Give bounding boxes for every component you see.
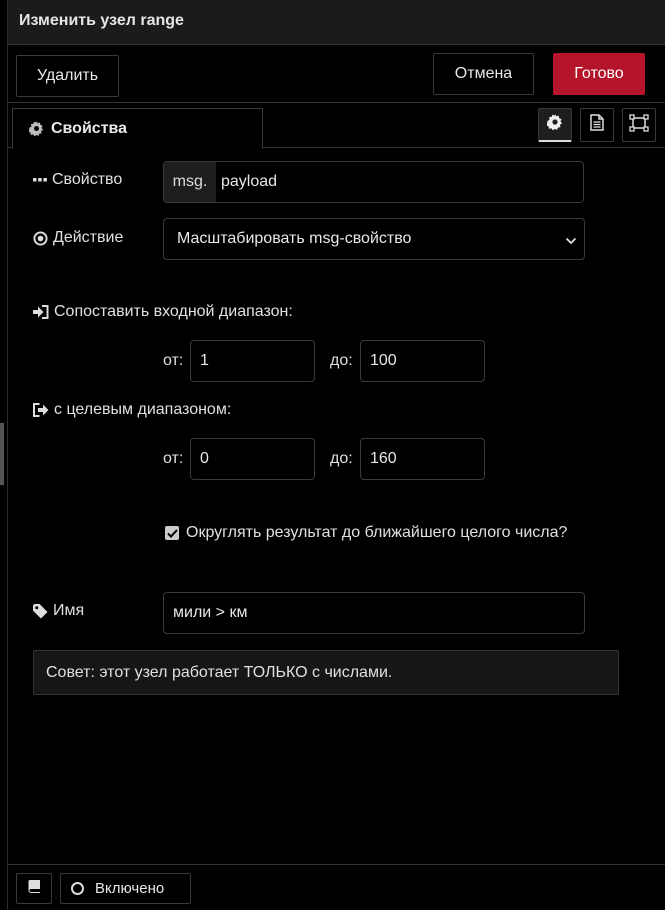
- tab-properties-label: Свойства: [51, 119, 128, 137]
- input-to-field[interactable]: [360, 340, 485, 382]
- property-label-row: Свойство: [33, 171, 122, 189]
- action-label-row: Действие: [33, 229, 123, 247]
- circle-icon: [71, 882, 84, 895]
- ellipsis-icon: [33, 177, 47, 183]
- input-range-label-row: Сопоставить входной диапазон:: [33, 303, 293, 321]
- input-range-label: Сопоставить входной диапазон:: [54, 303, 293, 320]
- action-label: Действие: [53, 229, 124, 246]
- property-type-selector[interactable]: msg.: [164, 162, 216, 202]
- edit-dialog: Изменить узел range Удалить Отмена Готов…: [7, 0, 665, 910]
- tab-bar: Свойства: [8, 104, 665, 149]
- property-typed-input[interactable]: msg.: [163, 161, 584, 203]
- dialog-title: Изменить узел range: [19, 12, 184, 29]
- dialog-toolbar: Удалить Отмена Готово: [8, 45, 665, 103]
- property-input[interactable]: [216, 162, 582, 202]
- done-button[interactable]: Готово: [553, 53, 645, 95]
- sign-out-icon: [33, 403, 49, 417]
- book-icon: [27, 879, 41, 898]
- resize-grip[interactable]: [0, 423, 4, 485]
- tab-description[interactable]: [580, 108, 614, 142]
- cancel-button[interactable]: Отмена: [433, 53, 534, 95]
- frame-icon: [629, 113, 649, 137]
- property-label: Свойство: [52, 171, 123, 188]
- sign-in-icon: [33, 305, 49, 319]
- round-checkbox-label: Округлять результат до ближайшего целого…: [186, 524, 568, 541]
- gear-icon: [546, 114, 563, 135]
- tab-settings[interactable]: [538, 108, 572, 142]
- action-select-value: Масштабировать msg-свойство: [177, 230, 412, 247]
- input-to-label: до:: [330, 352, 353, 369]
- round-checkbox-row[interactable]: Округлять результат до ближайшего целого…: [165, 524, 567, 542]
- target-to-field[interactable]: [360, 438, 485, 480]
- check-icon: [166, 528, 178, 538]
- delete-button[interactable]: Удалить: [16, 55, 119, 97]
- dot-circle-icon: [33, 230, 48, 246]
- target-from-label: от:: [163, 450, 184, 467]
- target-to-label: до:: [330, 450, 353, 467]
- input-from-label: от:: [163, 352, 184, 369]
- target-range-label: с целевым диапазоном:: [54, 401, 232, 418]
- name-label-row: Имя: [33, 602, 84, 620]
- tag-icon: [33, 603, 48, 619]
- target-range-label-row: с целевым диапазоном:: [33, 401, 231, 419]
- tab-appearance[interactable]: [622, 108, 656, 142]
- enabled-toggle[interactable]: Включено: [60, 873, 191, 904]
- tab-properties[interactable]: Свойства: [12, 108, 263, 149]
- tip-box: Совет: этот узел работает ТОЛЬКО с числа…: [33, 650, 619, 695]
- dialog-titlebar: Изменить узел range: [8, 0, 665, 45]
- action-select[interactable]: Масштабировать msg-свойство: [163, 218, 585, 260]
- target-from-field[interactable]: [190, 438, 315, 480]
- round-checkbox[interactable]: [165, 526, 179, 540]
- gear-icon: [29, 121, 44, 136]
- enabled-label: Включено: [95, 880, 165, 897]
- tip-text: Совет: этот узел работает ТОЛЬКО с числа…: [46, 663, 393, 681]
- name-label: Имя: [53, 602, 85, 619]
- help-button[interactable]: [16, 873, 52, 904]
- dialog-footer: Включено: [8, 864, 665, 910]
- name-input[interactable]: [163, 592, 585, 634]
- file-text-icon: [590, 114, 604, 136]
- input-from-field[interactable]: [190, 340, 315, 382]
- chevron-down-icon: [565, 233, 577, 251]
